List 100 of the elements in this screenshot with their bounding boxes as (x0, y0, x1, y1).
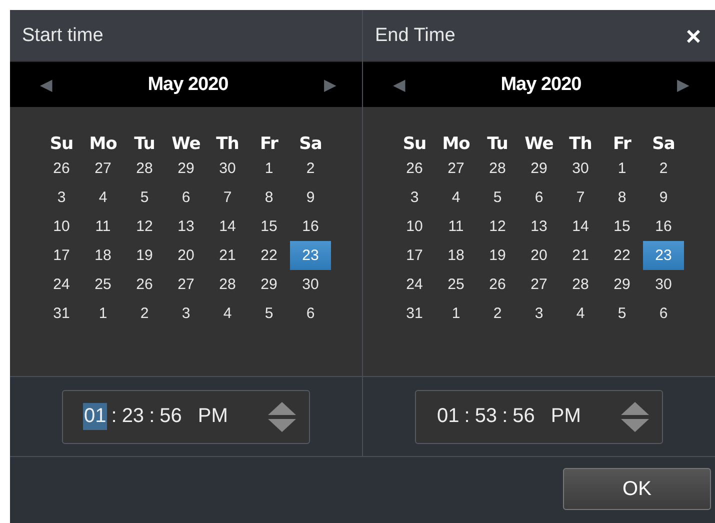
calendar-day[interactable]: 21 (206, 241, 248, 270)
calendar-day[interactable]: 6 (518, 183, 560, 212)
calendar-day[interactable]: 29 (165, 154, 207, 183)
calendar-day[interactable]: 7 (560, 183, 602, 212)
calendar-day[interactable]: 19 (476, 241, 518, 270)
calendar-day[interactable]: 30 (642, 270, 684, 299)
calendar-day[interactable]: 2 (124, 299, 166, 328)
calendar-day[interactable]: 11 (82, 212, 124, 241)
previous-month-button[interactable]: ◀ (40, 74, 52, 94)
time-field[interactable]: 01 : 53 : 56 PM (415, 390, 663, 444)
calendar-day[interactable]: 9 (290, 183, 332, 212)
calendar-day[interactable]: 22 (248, 241, 290, 270)
time-field[interactable]: 01 : 23 : 56 PM (62, 390, 310, 444)
calendar-day[interactable]: 10 (394, 212, 436, 241)
calendar-day[interactable]: 11 (435, 212, 477, 241)
calendar-day[interactable]: 26 (124, 270, 166, 299)
next-month-button[interactable]: ▶ (676, 74, 689, 94)
calendar-day[interactable]: 6 (642, 299, 684, 328)
calendar-day[interactable]: 12 (476, 212, 518, 241)
calendar-day[interactable]: 27 (435, 154, 477, 183)
calendar-day[interactable]: 27 (165, 270, 207, 299)
calendar-day[interactable]: 5 (124, 183, 166, 212)
calendar-day[interactable]: 28 (124, 154, 166, 183)
calendar-day[interactable]: 1 (601, 154, 643, 183)
calendar-day[interactable]: 13 (165, 212, 207, 241)
calendar-day[interactable]: 30 (560, 154, 602, 183)
calendar-day[interactable]: 1 (248, 154, 290, 183)
calendar-day[interactable]: 8 (601, 183, 643, 212)
calendar-day[interactable]: 24 (394, 270, 436, 299)
calendar-day[interactable]: 4 (560, 299, 602, 328)
calendar-day[interactable]: 7 (206, 183, 248, 212)
calendar-day[interactable]: 16 (642, 212, 684, 241)
calendar-day[interactable]: 26 (476, 270, 518, 299)
time-segment[interactable]: 56 (512, 403, 536, 430)
calendar-day[interactable]: 13 (518, 212, 560, 241)
time-segment[interactable]: 23 (120, 403, 146, 430)
calendar-day[interactable]: 23 (642, 241, 684, 270)
calendar-day[interactable]: 24 (40, 270, 82, 299)
calendar-day[interactable]: 3 (40, 183, 82, 212)
calendar-day[interactable]: 28 (560, 270, 602, 299)
calendar-day[interactable]: 2 (642, 154, 684, 183)
previous-month-button[interactable]: ◀ (393, 74, 405, 94)
calendar-day[interactable]: 20 (518, 241, 560, 270)
calendar-day[interactable]: 1 (82, 299, 124, 328)
next-month-button[interactable]: ▶ (324, 74, 336, 94)
calendar-day[interactable]: 21 (560, 241, 602, 270)
calendar-day[interactable]: 28 (206, 270, 248, 299)
calendar-day[interactable]: 2 (290, 154, 332, 183)
calendar-day[interactable]: 15 (601, 212, 643, 241)
calendar-day[interactable]: 1 (435, 299, 477, 328)
calendar-day[interactable]: 14 (206, 212, 248, 241)
calendar-day[interactable]: 6 (165, 183, 207, 212)
calendar-day[interactable]: 15 (248, 212, 290, 241)
calendar-day[interactable]: 4 (82, 183, 124, 212)
calendar-day[interactable]: 16 (290, 212, 332, 241)
calendar-day[interactable]: 26 (40, 154, 82, 183)
calendar-day[interactable]: 5 (601, 299, 643, 328)
calendar-day[interactable]: 6 (290, 299, 332, 328)
calendar-day[interactable]: 31 (40, 299, 82, 328)
calendar-day[interactable]: 8 (248, 183, 290, 212)
calendar-day[interactable]: 30 (206, 154, 248, 183)
calendar-day[interactable]: 28 (476, 154, 518, 183)
calendar-day[interactable]: 4 (206, 299, 248, 328)
calendar-day[interactable]: 29 (248, 270, 290, 299)
calendar-day[interactable]: 10 (40, 212, 82, 241)
calendar-day[interactable]: 18 (435, 241, 477, 270)
calendar-day[interactable]: 9 (642, 183, 684, 212)
calendar-day[interactable]: 29 (518, 154, 560, 183)
calendar-day[interactable]: 25 (435, 270, 477, 299)
spinner-icon[interactable] (267, 400, 297, 432)
calendar-day[interactable]: 18 (82, 241, 124, 270)
calendar-day[interactable]: 25 (82, 270, 124, 299)
calendar-day[interactable]: 12 (124, 212, 166, 241)
calendar-day[interactable]: 3 (394, 183, 436, 212)
calendar-day[interactable]: 5 (476, 183, 518, 212)
calendar-day[interactable]: 31 (394, 299, 436, 328)
calendar-day[interactable]: 3 (518, 299, 560, 328)
calendar-day[interactable]: 14 (560, 212, 602, 241)
time-segment[interactable]: PM (196, 403, 229, 430)
calendar-day[interactable]: 30 (290, 270, 332, 299)
calendar-day[interactable]: 3 (165, 299, 207, 328)
calendar-day[interactable]: 4 (435, 183, 477, 212)
close-button[interactable]: × (682, 22, 705, 48)
calendar-day[interactable]: 17 (40, 241, 82, 270)
spinner-icon[interactable] (620, 400, 650, 432)
calendar-day[interactable]: 27 (82, 154, 124, 183)
calendar-day[interactable]: 23 (290, 241, 332, 270)
calendar-day[interactable]: 20 (165, 241, 207, 270)
calendar-day[interactable]: 5 (248, 299, 290, 328)
time-segment[interactable]: 56 (158, 403, 183, 430)
time-segment[interactable]: PM (550, 403, 582, 430)
calendar-day[interactable]: 2 (476, 299, 518, 328)
calendar-day[interactable]: 27 (518, 270, 560, 299)
calendar-day[interactable]: 29 (601, 270, 643, 299)
calendar-day[interactable]: 19 (124, 241, 166, 270)
calendar-day[interactable]: 17 (394, 241, 436, 270)
calendar-day[interactable]: 26 (394, 154, 436, 183)
time-segment[interactable]: 53 (474, 403, 498, 430)
ok-button[interactable]: OK (563, 468, 711, 510)
calendar-day[interactable]: 22 (601, 241, 643, 270)
